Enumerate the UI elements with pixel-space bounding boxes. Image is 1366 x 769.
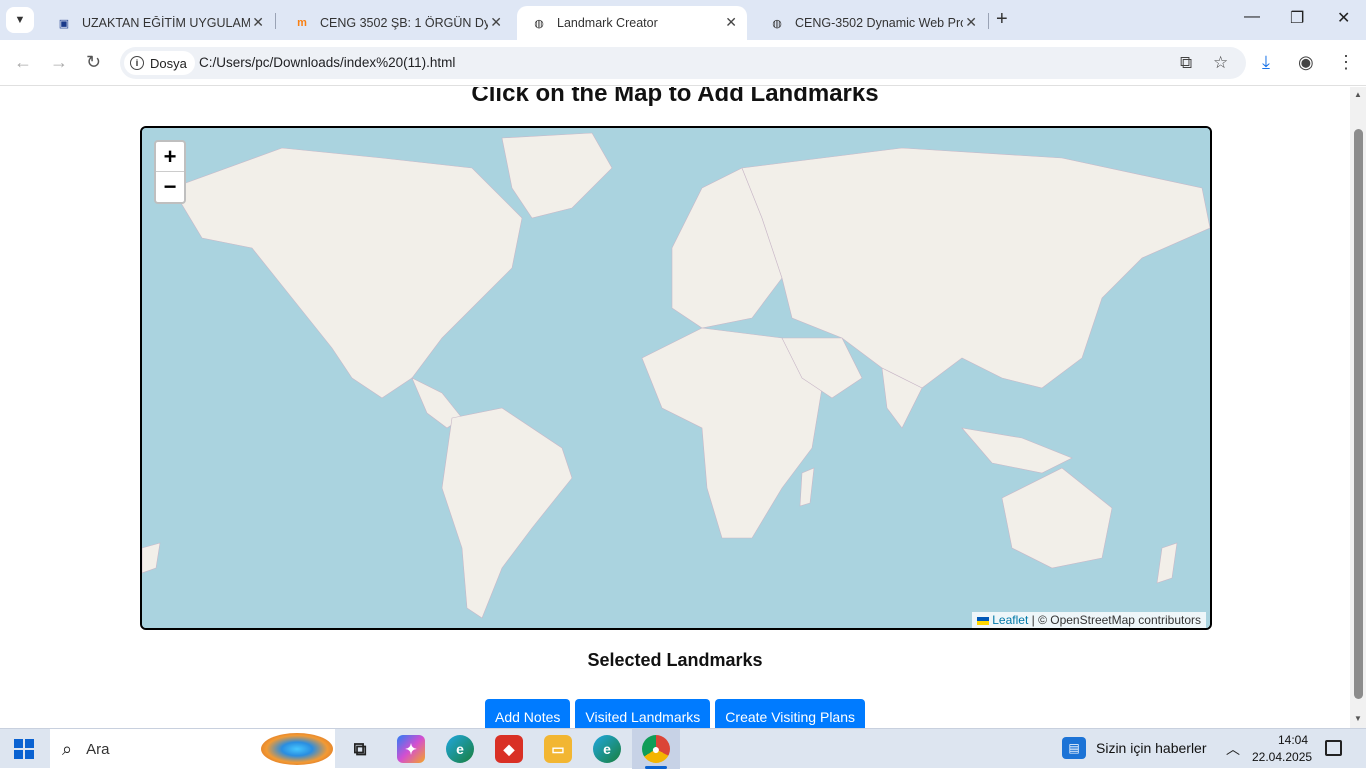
tab-title: UZAKTAN EĞİTİM UYGULAMA: [82, 16, 250, 30]
university-icon: ▣: [58, 17, 70, 30]
windows-start-icon[interactable]: [14, 739, 34, 759]
tab-ceng-ogrun[interactable]: m CENG 3502 ŞB: 1 ÖRGÜN Dyna ✕: [280, 6, 512, 40]
task-view-icon[interactable]: ⧉: [346, 735, 374, 763]
zoom-out-button[interactable]: −: [156, 172, 184, 202]
tab-title: Landmark Creator: [557, 16, 658, 30]
chevron-down-icon: ▼: [14, 14, 26, 26]
create-visiting-plans-button[interactable]: Create Visiting Plans: [715, 699, 865, 728]
close-icon[interactable]: ✕: [725, 14, 737, 31]
minimize-icon[interactable]: —: [1244, 8, 1260, 26]
reload-icon[interactable]: ↻: [86, 52, 101, 73]
selected-landmarks-heading: Selected Landmarks: [587, 650, 763, 670]
tab-landmark-creator[interactable]: ◍ Landmark Creator ✕: [517, 6, 747, 40]
window-close-icon[interactable]: ✕: [1337, 8, 1350, 28]
news-label: Sizin için haberler: [1096, 740, 1207, 756]
add-notes-button[interactable]: Add Notes: [485, 699, 571, 728]
map-attribution: Leaflet | © OpenStreetMap contributors: [972, 612, 1206, 628]
back-icon[interactable]: ←: [14, 52, 32, 73]
chevron-up-icon[interactable]: ︿: [1226, 739, 1240, 759]
file-explorer-icon[interactable]: ▭: [544, 735, 572, 763]
url-text[interactable]: C:/Users/pc/Downloads/index%20(11).html: [199, 55, 455, 70]
map-tiles: [142, 128, 1210, 628]
scroll-thumb[interactable]: [1354, 129, 1363, 699]
notification-icon[interactable]: [1325, 740, 1342, 756]
close-icon[interactable]: ✕: [252, 14, 264, 31]
windows-taskbar: ⌕ Ara ⧉ ✦ e ◆ ▭ e ● ▤ Sizin için haberle…: [0, 728, 1366, 769]
tab-separator: [988, 13, 989, 29]
tab-title: CENG-3502 Dynamic Web Prog: [795, 16, 963, 30]
world-map[interactable]: + − Leaflet | © OpenStreetMap contributo…: [140, 126, 1212, 630]
edge-alt-icon[interactable]: e: [593, 735, 621, 763]
copilot-icon[interactable]: ✦: [397, 735, 425, 763]
site-info-chip[interactable]: i Dosya: [124, 51, 195, 75]
taskbar-search[interactable]: ⌕ Ara: [50, 729, 335, 769]
news-widget[interactable]: ▤ Sizin için haberler: [1062, 737, 1207, 759]
menu-kebab-icon[interactable]: ⋮: [1337, 52, 1355, 73]
chrome-icon[interactable]: ●: [642, 735, 670, 763]
clock-time: 14:04: [1277, 733, 1308, 747]
scroll-down-icon[interactable]: ▼: [1354, 714, 1362, 723]
news-icon: ▤: [1062, 737, 1086, 759]
attribution-text: | © OpenStreetMap contributors: [1031, 613, 1201, 627]
moodle-icon: m: [297, 17, 307, 29]
action-buttons: Add Notes Visited Landmarks Create Visit…: [0, 699, 1350, 728]
address-bar[interactable]: i Dosya C:/Users/pc/Downloads/index%20(1…: [120, 47, 1246, 79]
search-placeholder: Ara: [86, 740, 110, 758]
tab-search-button[interactable]: ▼: [6, 7, 34, 33]
taskbar-clock[interactable]: 14:04 22.04.2025: [1252, 732, 1313, 766]
browser-toolbar: ← → ↻ i Dosya C:/Users/pc/Downloads/inde…: [0, 40, 1366, 86]
forward-icon[interactable]: →: [50, 52, 68, 73]
new-tab-button[interactable]: +: [996, 8, 1008, 31]
zoom-control: + −: [154, 140, 186, 204]
site-label: Dosya: [150, 55, 187, 71]
page-scrollbar[interactable]: ▲ ▼: [1350, 87, 1366, 728]
search-highlight-image: [261, 733, 333, 765]
page-title: Click on the Map to Add Landmarks: [471, 87, 879, 107]
close-icon[interactable]: ✕: [965, 14, 977, 31]
info-icon: i: [130, 56, 144, 70]
gift-icon[interactable]: ◆: [495, 735, 523, 763]
visited-landmarks-button[interactable]: Visited Landmarks: [575, 699, 711, 728]
tab-uzaktan[interactable]: ▣ UZAKTAN EĞİTİM UYGULAMA ✕: [42, 6, 274, 40]
ukraine-flag-icon: [977, 616, 990, 625]
edge-icon[interactable]: e: [446, 735, 474, 763]
search-icon: ⌕: [62, 738, 73, 759]
bookmark-star-icon[interactable]: ☆: [1213, 53, 1228, 73]
profile-icon[interactable]: ◉: [1298, 52, 1314, 73]
globe-icon: ◍: [534, 17, 544, 30]
clock-date: 22.04.2025: [1252, 750, 1313, 764]
close-icon[interactable]: ✕: [490, 14, 502, 31]
tab-title: CENG 3502 ŞB: 1 ÖRGÜN Dyna: [320, 16, 488, 30]
download-icon[interactable]: ⤓: [1262, 52, 1270, 73]
tab-separator: [275, 13, 276, 29]
leaflet-link[interactable]: Leaflet: [992, 613, 1028, 627]
tab-ceng-dynamic[interactable]: ◍ CENG-3502 Dynamic Web Prog ✕: [755, 6, 987, 40]
translate-icon[interactable]: ⧉: [1180, 53, 1192, 73]
tab-bar: ▼ ▣ UZAKTAN EĞİTİM UYGULAMA ✕ m CENG 350…: [0, 0, 1366, 40]
globe-icon: ◍: [772, 17, 782, 30]
scroll-up-icon[interactable]: ▲: [1354, 90, 1362, 99]
zoom-in-button[interactable]: +: [156, 142, 184, 172]
restore-icon[interactable]: ❐: [1290, 8, 1304, 28]
page-content: Click on the Map to Add Landmarks + − Le…: [0, 87, 1350, 728]
